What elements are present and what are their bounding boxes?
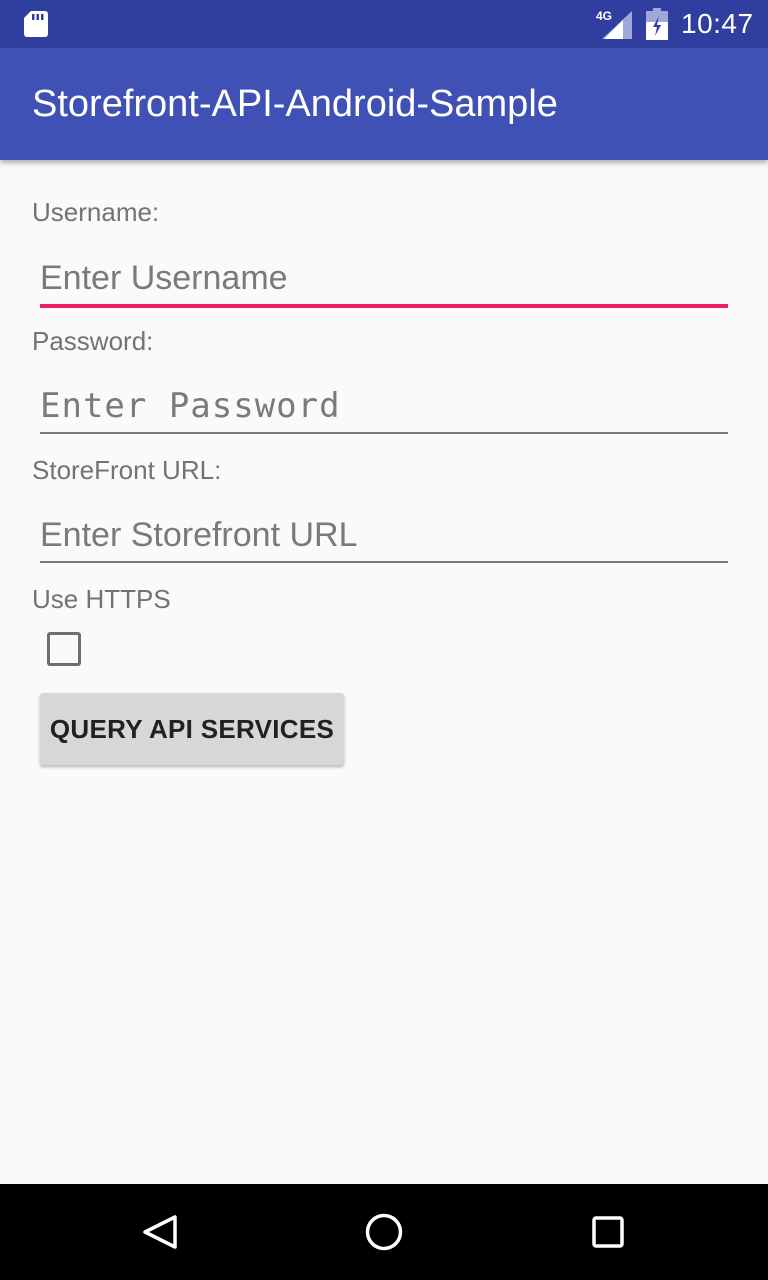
use-https-checkbox[interactable]	[47, 632, 81, 666]
navigation-bar	[0, 1184, 768, 1280]
app-title: Storefront-API-Android-Sample	[32, 83, 558, 125]
username-label: Username:	[32, 197, 160, 227]
password-label: Password:	[32, 326, 154, 356]
password-field[interactable]	[40, 380, 728, 434]
battery-icon	[646, 8, 668, 40]
app-bar: Storefront-API-Android-Sample	[0, 48, 768, 160]
network-type-label: 4G	[596, 9, 612, 23]
recents-icon[interactable]	[584, 1208, 632, 1256]
storefront-url-label: StoreFront URL:	[32, 455, 222, 485]
status-bar: 4G 10:47	[0, 0, 768, 48]
sd-card-icon	[24, 11, 48, 37]
username-field[interactable]	[40, 252, 728, 308]
storefront-url-field[interactable]	[40, 509, 728, 563]
home-icon[interactable]	[360, 1208, 408, 1256]
use-https-label: Use HTTPS	[32, 584, 171, 614]
clock: 10:47	[681, 8, 754, 39]
back-icon[interactable]	[136, 1208, 184, 1256]
query-api-services-button[interactable]: QUERY API SERVICES	[40, 693, 344, 765]
signal-icon: 4G	[596, 9, 632, 39]
